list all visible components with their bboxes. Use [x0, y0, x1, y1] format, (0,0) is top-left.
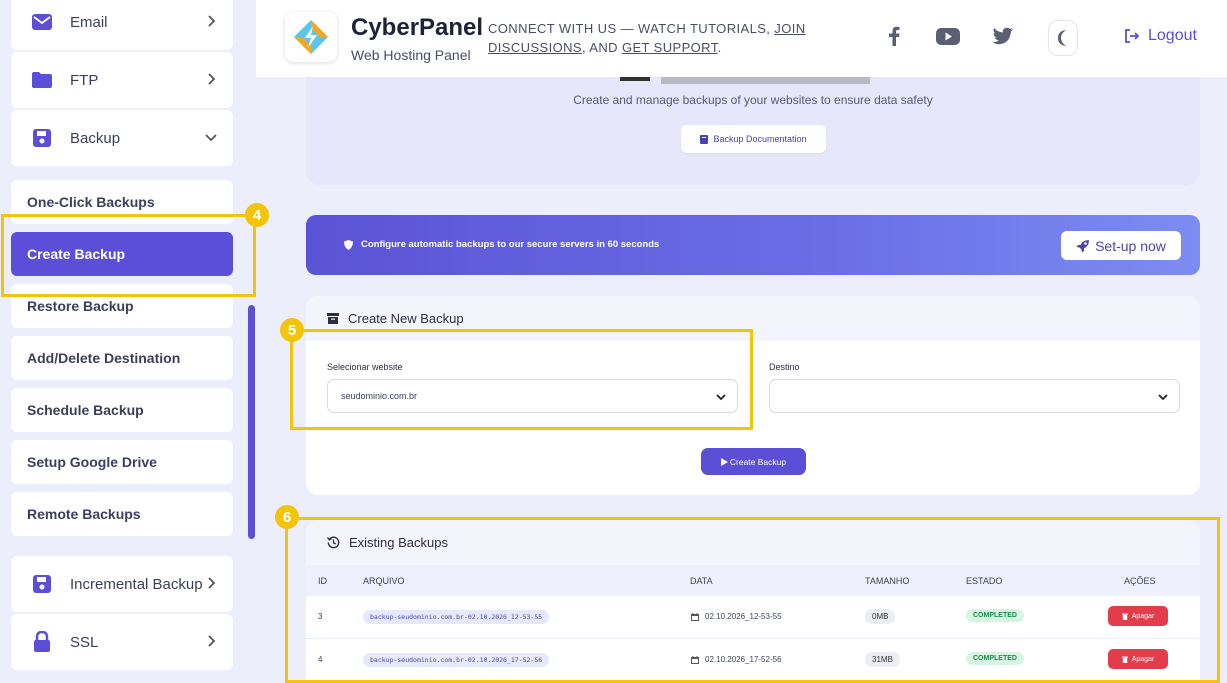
backup-documentation-label: Backup Documentation	[713, 134, 807, 144]
auto-backup-banner: Configure automatic backups to our secur…	[306, 215, 1200, 275]
book-icon	[700, 134, 709, 144]
floppy-icon	[31, 127, 53, 149]
destination-label: Destino	[769, 362, 800, 372]
sidebar-subitem-label: Schedule Backup	[27, 402, 144, 418]
sidebar-item-label: FTP	[70, 71, 99, 89]
top-header: CyberPanel Web Hosting Panel CONNECT WIT…	[256, 0, 1227, 77]
sidebar-subitem-label: Remote Backups	[27, 506, 141, 522]
sidebar-item-label: Incremental Backup	[70, 575, 203, 593]
mail-icon	[31, 11, 53, 33]
chevron-right-icon	[208, 15, 216, 27]
connect-suffix: .	[717, 40, 722, 55]
annotation-number-5: 5	[280, 318, 304, 342]
sidebar-subitem-label: One-Click Backups	[27, 194, 155, 210]
cyberpanel-logo[interactable]	[285, 12, 337, 62]
floppy-icon	[31, 573, 53, 595]
create-backup-title: Create New Backup	[348, 311, 464, 326]
brand-name: CyberPanel	[351, 14, 484, 41]
sidebar-subitem-remote-backups[interactable]: Remote Backups	[11, 492, 233, 536]
get-support-link[interactable]: GET SUPPORT	[622, 40, 718, 55]
logout-icon	[1125, 29, 1140, 43]
sidebar-item-label: Email	[70, 13, 108, 31]
sidebar-item-incremental-backup[interactable]: Incremental Backup	[11, 556, 233, 612]
youtube-icon[interactable]	[936, 24, 960, 48]
sidebar-subitem-add-delete-destination[interactable]: Add/Delete Destination	[11, 336, 233, 380]
hero-description: Create and manage backups of your websit…	[573, 93, 933, 107]
logout-button[interactable]: Logout	[1124, 27, 1197, 45]
sidebar-item-label: Backup	[70, 129, 121, 147]
chevron-right-icon	[208, 73, 216, 85]
rocket-icon	[1076, 239, 1090, 252]
create-backup-button[interactable]: Create Backup	[701, 448, 806, 475]
sidebar-item-label: SSL	[70, 633, 99, 651]
chevron-down-icon	[1158, 394, 1168, 401]
sidebar-subitem-label: Add/Delete Destination	[27, 350, 181, 366]
theme-toggle-button[interactable]	[1048, 20, 1078, 56]
sidebar-item-backup[interactable]: Backup	[11, 110, 233, 166]
connect-prefix: CONNECT WITH US — WATCH TUTORIALS,	[488, 21, 775, 36]
brand-subtitle: Web Hosting Panel	[351, 47, 471, 63]
connect-mid: , AND	[581, 40, 622, 55]
hero-card: Create and manage backups of your websit…	[306, 77, 1200, 185]
sidebar-scrollbar[interactable]	[248, 305, 255, 539]
play-icon	[720, 457, 728, 466]
annotation-box-4	[1, 214, 256, 297]
sidebar-item-email[interactable]: Email	[11, 0, 233, 50]
banner-message: Configure automatic backups to our secur…	[361, 239, 660, 250]
backup-documentation-button[interactable]: Backup Documentation	[681, 125, 826, 153]
chevron-right-icon	[208, 577, 216, 589]
archive-icon	[327, 313, 339, 324]
chevron-down-icon	[205, 134, 217, 142]
facebook-icon[interactable]	[882, 24, 906, 48]
create-backup-label: Create Backup	[729, 456, 787, 467]
annotation-number-4: 4	[245, 203, 269, 227]
shield-icon	[344, 239, 353, 250]
moon-icon	[1058, 30, 1066, 46]
banner-text: Configure automatic backups to our secur…	[344, 239, 659, 250]
setup-now-label: Set-up now	[1095, 237, 1166, 254]
lock-icon	[31, 631, 53, 653]
connect-text: CONNECT WITH US — WATCH TUTORIALS, JOIN …	[488, 19, 818, 57]
sidebar-item-ftp[interactable]: FTP	[11, 52, 233, 108]
annotation-box-6	[285, 517, 1220, 683]
sidebar: Email FTP Backup One-Click Backups Creat…	[0, 0, 256, 683]
annotation-number-6: 6	[275, 505, 299, 529]
hero-image-fragment	[661, 77, 870, 84]
sidebar-subitem-label: Restore Backup	[27, 298, 134, 314]
sidebar-item-ssl[interactable]: SSL	[11, 614, 233, 670]
folder-icon	[31, 69, 53, 91]
sidebar-subitem-label: Setup Google Drive	[27, 454, 157, 470]
sidebar-subitem-setup-google-drive[interactable]: Setup Google Drive	[11, 440, 233, 484]
annotation-box-5	[290, 329, 753, 430]
setup-now-button[interactable]: Set-up now	[1061, 231, 1181, 260]
sidebar-subitem-schedule-backup[interactable]: Schedule Backup	[11, 388, 233, 432]
logout-label: Logout	[1148, 27, 1197, 44]
chevron-right-icon	[208, 635, 216, 647]
destination-select[interactable]	[769, 379, 1180, 413]
twitter-icon[interactable]	[991, 24, 1015, 48]
hero-image-fragment	[620, 77, 650, 81]
cyberpanel-logo-icon	[294, 20, 328, 54]
